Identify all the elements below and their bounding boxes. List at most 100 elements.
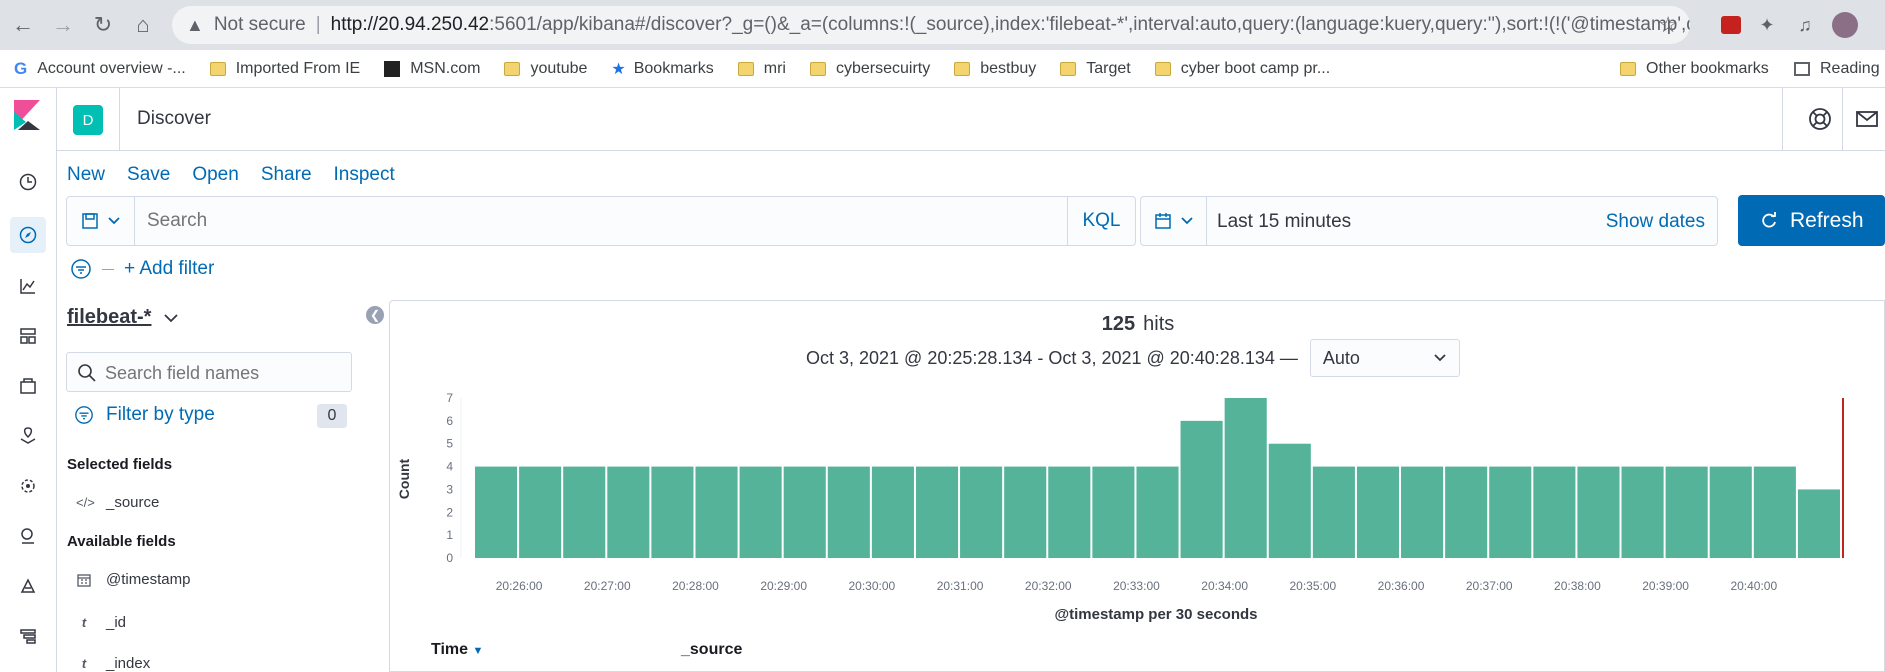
add-filter-button[interactable]: + Add filter — [124, 258, 214, 280]
histogram-bar[interactable] — [915, 466, 959, 558]
histogram-bar[interactable] — [475, 466, 518, 558]
saved-queries-button[interactable] — [67, 197, 135, 245]
field-name: _source — [106, 494, 160, 511]
histogram-bar[interactable] — [1048, 466, 1091, 558]
histogram-bar[interactable] — [1445, 466, 1488, 558]
column-header-time[interactable]: Time ▼ — [431, 641, 483, 659]
hits-summary: 125 hits — [390, 313, 1885, 336]
kql-toggle[interactable]: KQL — [1067, 197, 1135, 245]
x-tick-label: 20:37:00 — [1466, 579, 1513, 593]
interval-select[interactable]: Auto — [1309, 339, 1460, 377]
quick-select-button[interactable] — [1141, 197, 1207, 245]
back-icon[interactable]: ← — [8, 10, 38, 40]
histogram-bar[interactable] — [1753, 466, 1796, 558]
show-dates-link[interactable]: Show dates — [1606, 211, 1705, 233]
mail-icon[interactable] — [1854, 106, 1880, 132]
bookmark-account-overview[interactable]: G Account overview -... — [14, 59, 186, 79]
histogram-bar[interactable] — [1356, 466, 1400, 558]
histogram-bar[interactable] — [1312, 466, 1355, 558]
histogram-bar[interactable] — [1577, 466, 1620, 558]
save-button[interactable]: Save — [127, 164, 170, 186]
address-bar[interactable]: ▲ Not secure | http://20.94.250.42:5601/… — [172, 6, 1690, 44]
histogram-bar[interactable] — [871, 466, 914, 558]
histogram-bar[interactable] — [1180, 420, 1223, 558]
space-avatar[interactable]: D — [73, 105, 103, 135]
search-input[interactable] — [147, 210, 1047, 232]
filter-options-icon[interactable] — [70, 258, 92, 280]
bookmark-youtube[interactable]: youtube — [504, 60, 587, 78]
filter-by-type-button[interactable]: Filter by type — [74, 404, 215, 426]
histogram-bar[interactable] — [1136, 466, 1179, 558]
refresh-button[interactable]: Refresh — [1738, 195, 1885, 246]
machine-learning-icon[interactable] — [10, 468, 46, 504]
histogram-bar[interactable] — [1268, 443, 1311, 558]
field-item-id[interactable]: t _id — [76, 614, 126, 631]
bookmark-bookmarks[interactable]: ★ Bookmarks — [611, 59, 713, 79]
discover-compass-icon[interactable] — [10, 217, 46, 253]
bookmark-other-bookmarks[interactable]: Other bookmarks — [1620, 60, 1769, 78]
apm-icon[interactable] — [10, 618, 46, 654]
visualize-chart-icon[interactable] — [10, 268, 46, 304]
extension-red-icon[interactable] — [1718, 12, 1744, 38]
profile-avatar[interactable] — [1832, 12, 1858, 38]
histogram-bar[interactable] — [651, 466, 694, 558]
maps-icon[interactable] — [10, 418, 46, 454]
bookmark-cyber-boot-camp[interactable]: cyber boot camp pr... — [1154, 60, 1330, 78]
histogram-bar[interactable] — [739, 466, 782, 558]
infrastructure-icon[interactable] — [10, 518, 46, 554]
home-icon[interactable]: ⌂ — [128, 10, 158, 40]
histogram-bar[interactable] — [1224, 398, 1267, 558]
bookmark-bestbuy[interactable]: bestbuy — [954, 60, 1036, 78]
field-search-input[interactable] — [105, 363, 345, 384]
bookmark-mri[interactable]: mri — [737, 60, 786, 78]
histogram-bar[interactable] — [1665, 466, 1708, 558]
histogram-bar[interactable] — [1489, 466, 1532, 558]
bookmark-msn[interactable]: MSN.com — [384, 60, 480, 78]
field-item-timestamp[interactable]: @timestamp — [76, 571, 190, 588]
field-item-index[interactable]: t _index — [76, 655, 150, 672]
bookmark-cybersecuirty[interactable]: cybersecuirty — [809, 60, 930, 78]
media-controls-icon[interactable]: ♫ — [1792, 12, 1818, 38]
dashboard-icon[interactable] — [10, 318, 46, 354]
date-range-label[interactable]: Last 15 minutes — [1217, 211, 1351, 233]
histogram-bar[interactable] — [563, 466, 606, 558]
field-item-source[interactable]: </> _source — [76, 494, 159, 511]
index-pattern-name: filebeat-* — [67, 306, 152, 328]
open-button[interactable]: Open — [192, 164, 238, 186]
y-tick-label: 6 — [446, 414, 453, 428]
help-lifebuoy-icon[interactable] — [1807, 106, 1833, 132]
histogram-bar[interactable] — [960, 466, 1003, 558]
histogram-bar[interactable] — [1092, 466, 1135, 558]
histogram-bar[interactable] — [1004, 466, 1047, 558]
new-button[interactable]: New — [67, 164, 105, 186]
histogram-bar[interactable] — [1709, 466, 1752, 558]
inspect-button[interactable]: Inspect — [334, 164, 395, 186]
index-pattern-selector[interactable]: filebeat-* — [67, 306, 179, 329]
reload-icon[interactable]: ↻ — [88, 10, 118, 40]
reading-list[interactable]: Reading li — [1794, 60, 1885, 78]
collapse-sidebar-icon[interactable]: ❮ — [366, 306, 384, 324]
logs-icon[interactable] — [10, 568, 46, 604]
histogram-bar[interactable] — [1797, 489, 1840, 558]
histogram-bar[interactable] — [827, 466, 870, 558]
kibana-logo[interactable] — [14, 100, 40, 130]
histogram-bar[interactable] — [607, 466, 650, 558]
refresh-label: Refresh — [1790, 208, 1864, 232]
column-header-source[interactable]: _source — [681, 641, 742, 659]
field-name: @timestamp — [106, 571, 191, 588]
share-button[interactable]: Share — [261, 164, 312, 186]
bookmark-star-icon[interactable]: ☆ — [1658, 12, 1678, 38]
histogram-bar[interactable] — [783, 466, 826, 558]
histogram-bar[interactable] — [1533, 466, 1576, 558]
extensions-puzzle-icon[interactable]: ✦ — [1754, 12, 1780, 38]
recently-viewed-clock-icon[interactable] — [10, 164, 46, 200]
histogram-bar[interactable] — [1401, 466, 1444, 558]
histogram-bar[interactable] — [695, 466, 738, 558]
bookmark-target[interactable]: Target — [1060, 60, 1131, 78]
histogram-bar[interactable] — [519, 466, 562, 558]
canvas-icon[interactable] — [10, 368, 46, 404]
date-picker: Last 15 minutes Show dates — [1140, 196, 1718, 246]
forward-icon[interactable]: → — [48, 10, 78, 40]
histogram-bar[interactable] — [1621, 466, 1664, 558]
bookmark-imported-from-ie[interactable]: Imported From IE — [209, 60, 360, 78]
